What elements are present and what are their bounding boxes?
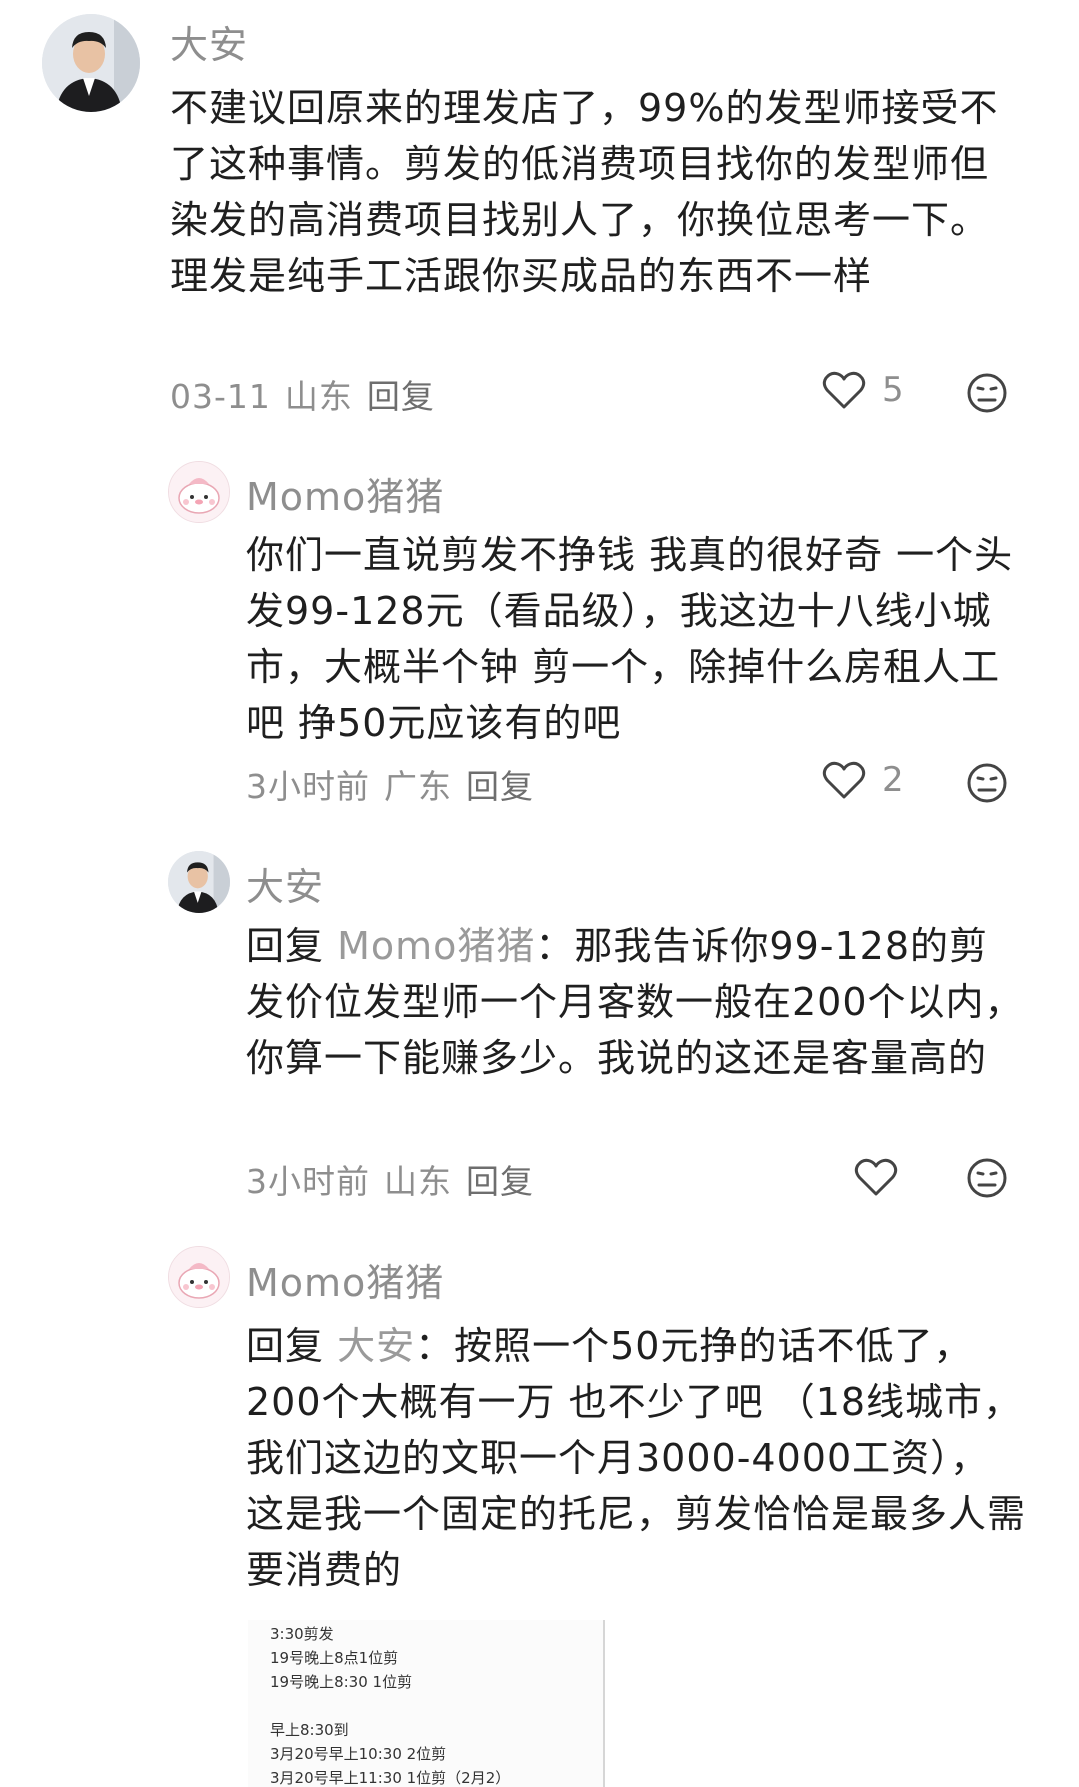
attach-line: 19号晚上8:30 1位剪 (270, 1673, 413, 1691)
reply-mention[interactable]: 大安 (337, 1324, 415, 1368)
reply-prefix: 回复 (246, 924, 325, 968)
like-count: 5 (882, 370, 904, 410)
attach-line: 早上8:30到 (270, 1721, 349, 1739)
dislike-face-icon (967, 763, 1007, 803)
attached-image[interactable]: 3:30剪发 19号晚上8点1位剪 19号晚上8:30 1位剪 早上8:30到 … (248, 1620, 605, 1787)
dislike-button[interactable] (966, 1157, 1008, 1203)
comment-text: 你们一直说剪发不挣钱 我真的很好奇 一个头发99-128元（看品级），我这边十八… (246, 533, 1014, 745)
like-button[interactable]: 2 (822, 760, 904, 800)
like-button[interactable]: 5 (822, 370, 904, 410)
reply-button[interactable]: 回复 (466, 1162, 534, 1201)
comment-date: 03-11 (170, 377, 271, 416)
dislike-button[interactable] (966, 372, 1008, 418)
avatar[interactable] (42, 14, 140, 112)
reply-prefix: 回复 (246, 1324, 325, 1368)
heart-outline-icon (854, 1158, 898, 1196)
avatar[interactable] (168, 461, 230, 523)
reply-mention[interactable]: Momo猪猪 (337, 924, 535, 968)
comment-location: 山东 (284, 377, 353, 416)
attach-line: 3:30剪发 (270, 1625, 334, 1643)
attach-line: 3月20号早上11:30 1位剪（2月2） (270, 1769, 511, 1787)
dislike-button[interactable] (966, 762, 1008, 808)
comment-date: 3小时前 (246, 1162, 370, 1201)
comment-meta: 3小时前 山东 回复 (246, 1155, 548, 1203)
comment-text: 回复 Momo猪猪：那我告诉你99-128的剪发价位发型师一个月客数一般在200… (246, 918, 1026, 1086)
comment-location: 山东 (384, 1162, 452, 1201)
heart-outline-icon (822, 371, 866, 409)
comment-date: 3小时前 (246, 767, 370, 806)
comment-author[interactable]: Momo猪猪 (246, 1252, 444, 1307)
attach-line: 3月20号早上10:30 2位剪 (270, 1745, 447, 1763)
heart-outline-icon (822, 761, 866, 799)
comment-meta: 03-11 山东 回复 (170, 370, 449, 418)
reply-button[interactable]: 回复 (466, 767, 534, 806)
comment-author[interactable]: 大安 (246, 856, 324, 911)
reply-button[interactable]: 回复 (367, 377, 435, 416)
like-count: 2 (882, 760, 904, 800)
comment-author[interactable]: 大安 (170, 14, 248, 69)
comment-location: 广东 (384, 767, 452, 806)
comment-meta: 3小时前 广东 回复 (246, 760, 548, 808)
like-button[interactable] (854, 1157, 898, 1197)
avatar[interactable] (168, 1246, 230, 1308)
avatar[interactable] (168, 851, 230, 913)
dislike-face-icon (967, 1158, 1007, 1198)
attach-line: 19号晚上8点1位剪 (270, 1649, 399, 1667)
comment-text: 回复 大安：按照一个50元挣的话不低了，200个大概有一万 也不少了吧 （18线… (246, 1318, 1036, 1598)
comment-text: 不建议回原来的理发店了，99%的发型师接受不了这种事情。剪发的低消费项目找你的发… (170, 86, 999, 298)
comment-author[interactable]: Momo猪猪 (246, 466, 444, 521)
dislike-face-icon (967, 373, 1007, 413)
